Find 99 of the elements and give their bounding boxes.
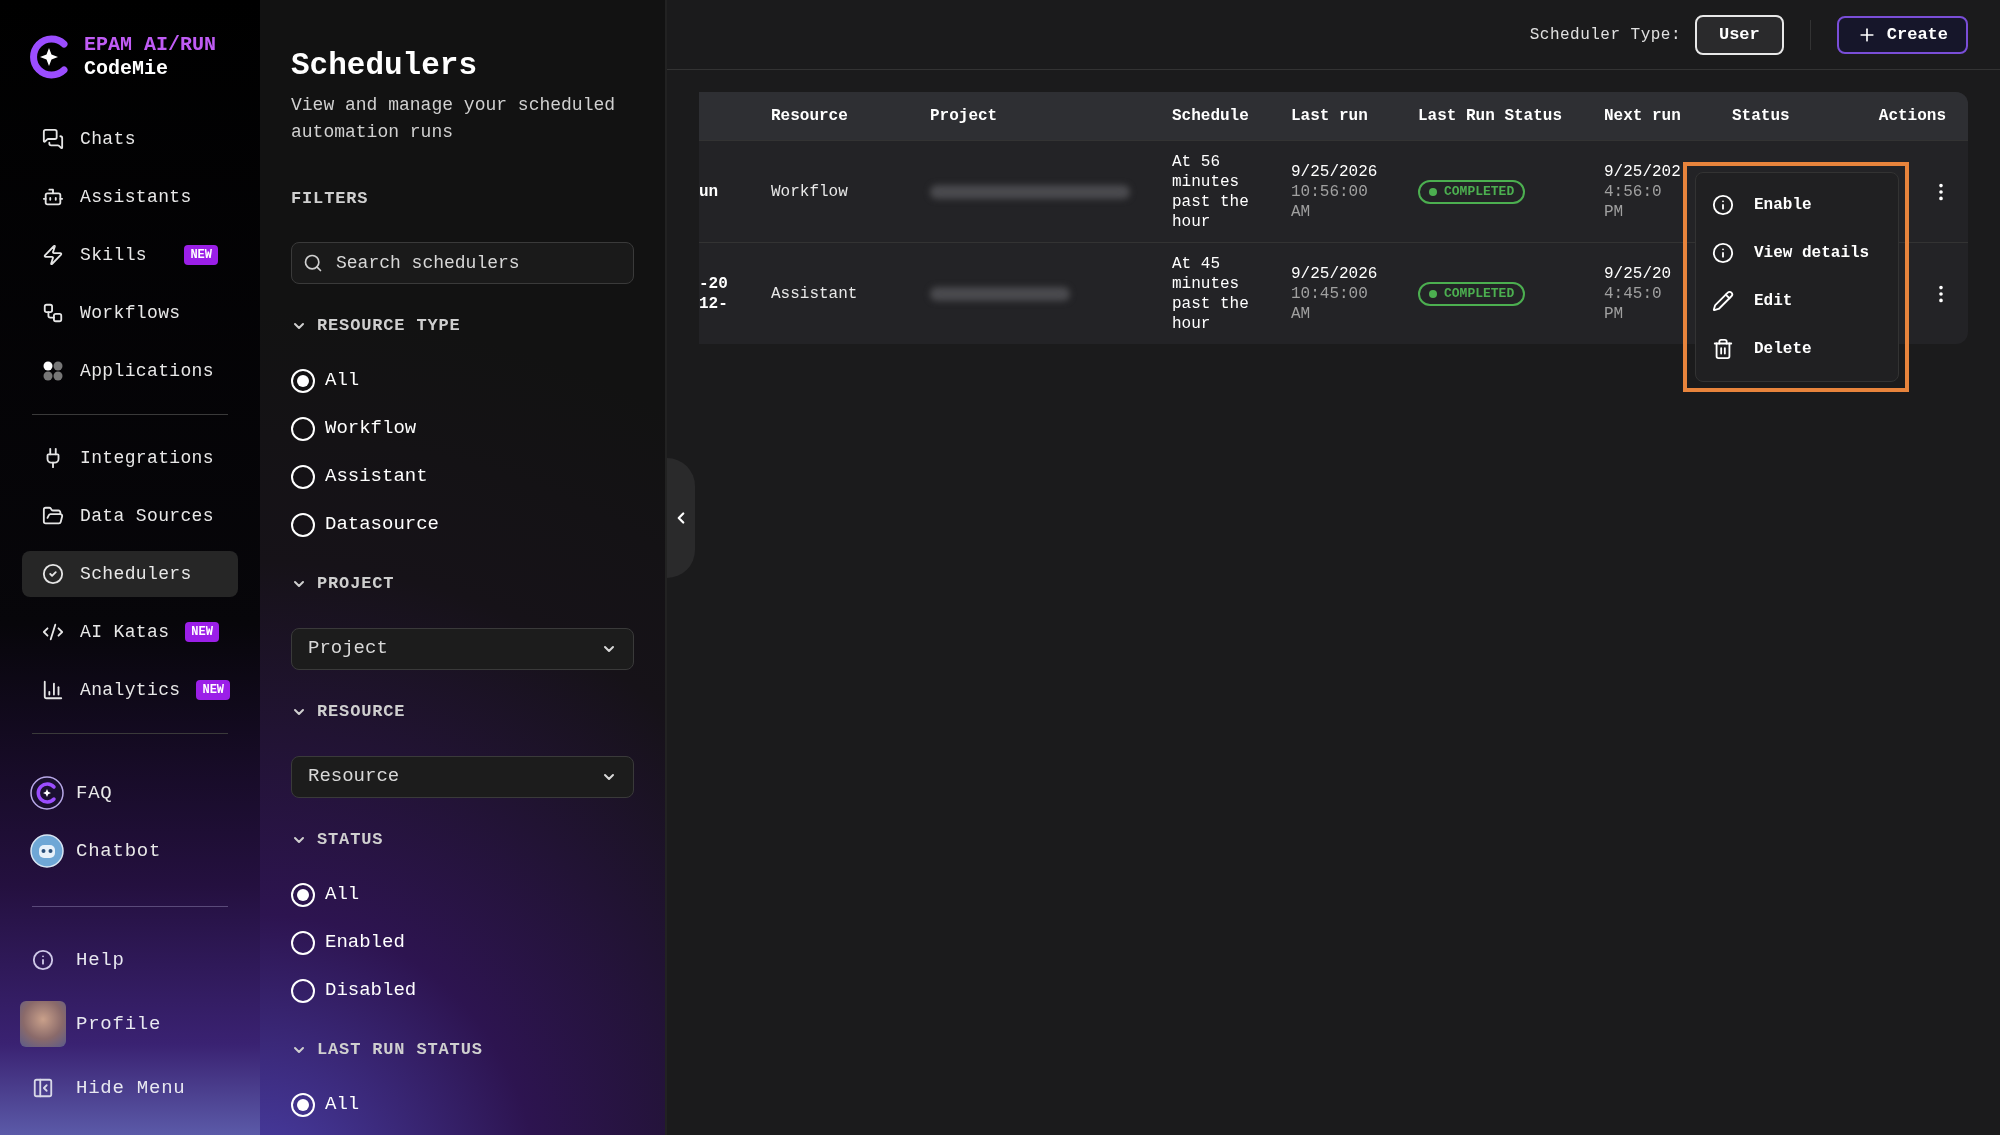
- menu-item[interactable]: Enable: [1712, 184, 1882, 226]
- search-field[interactable]: Search schedulers: [291, 241, 634, 284]
- lightning-icon: [42, 244, 64, 266]
- table-cell: 9/25/202: [1604, 161, 1681, 182]
- section-toggle[interactable]: PROJECT: [291, 571, 634, 596]
- table-cell-text: 9/25/2026: [1291, 161, 1379, 182]
- logo-icon: [30, 776, 64, 810]
- section-toggle[interactable]: RESOURCE: [291, 699, 634, 724]
- scheduler-type-toggle[interactable]: User: [1694, 14, 1784, 55]
- avatar: [20, 1001, 66, 1047]
- table-cell-text: Workflow: [771, 181, 849, 203]
- radio-label: Enabled: [325, 930, 405, 956]
- table-cell-text: At 56 minutes past the hour: [1172, 151, 1250, 232]
- nav-item[interactable]: Data Sources: [22, 493, 238, 539]
- nav-item[interactable]: Analytics NEW: [22, 667, 238, 713]
- footer-item[interactable]: Profile: [22, 999, 238, 1049]
- create-button[interactable]: Create: [1836, 15, 1968, 54]
- status-badge: COMPLETED: [1418, 281, 1526, 306]
- brand-title: EPAM AI/RUN: [84, 33, 217, 57]
- select-field[interactable]: Resource: [291, 755, 634, 798]
- table-cell: 4:56:0: [1604, 181, 1662, 202]
- dots-grid-icon: [42, 360, 64, 382]
- table-cell: PM: [1604, 303, 1624, 324]
- check-circle-icon: [42, 563, 64, 585]
- radio-label: Disabled: [325, 978, 417, 1004]
- select-field[interactable]: Project: [291, 627, 634, 670]
- table-cell-text: 12-: [699, 293, 729, 314]
- nav-link[interactable]: Chatbot: [22, 830, 238, 872]
- new-badge: NEW: [184, 245, 218, 265]
- radio-button[interactable]: [291, 882, 315, 907]
- column-header: Schedule: [1172, 106, 1250, 127]
- info-icon: [1712, 242, 1734, 264]
- radio-label: Datasource: [325, 512, 440, 538]
- workflow-icon: [42, 302, 64, 324]
- new-badge: NEW: [196, 680, 231, 700]
- section-toggle[interactable]: LAST RUN STATUS: [291, 1037, 634, 1062]
- radio-button[interactable]: [291, 416, 315, 441]
- radio-label: All: [325, 1092, 360, 1118]
- footer-item[interactable]: Hide Menu: [22, 1063, 238, 1113]
- table-cell: 9/25/20: [1604, 263, 1672, 284]
- column-header: Project: [930, 106, 999, 127]
- bar-chart-icon: [42, 679, 64, 701]
- table-cell-text: 10:45:00 AM: [1291, 283, 1369, 324]
- page-title: Schedulers: [291, 47, 479, 85]
- radio-label: All: [325, 368, 360, 394]
- radio-button[interactable]: [291, 1092, 315, 1117]
- nav-item[interactable]: Skills NEW: [22, 232, 238, 278]
- nav-item[interactable]: Chats: [22, 116, 238, 162]
- panel-icon: [32, 1077, 54, 1099]
- radio-button[interactable]: [291, 930, 315, 955]
- nav-item[interactable]: Integrations: [22, 435, 238, 481]
- column-header: Status: [1732, 106, 1791, 127]
- menu-item[interactable]: View details: [1712, 232, 1882, 274]
- nav-item[interactable]: Workflows: [22, 290, 238, 336]
- robot-icon: [42, 186, 64, 208]
- column-header: Next run: [1604, 106, 1682, 127]
- radio-button[interactable]: [291, 464, 315, 489]
- table-cell-text: 9/25/2026: [1291, 263, 1379, 284]
- brand-subtitle: CodeMie: [84, 57, 169, 81]
- filters-heading: FILTERS: [291, 188, 370, 210]
- radio-label: Assistant: [325, 464, 428, 490]
- radio-button[interactable]: [291, 512, 315, 537]
- section-toggle[interactable]: RESOURCE TYPE: [291, 313, 634, 338]
- new-badge: NEW: [185, 622, 219, 642]
- column-header: Actions: [1878, 106, 1946, 127]
- nav-item[interactable]: Schedulers: [22, 551, 238, 597]
- robot-avatar-icon: [30, 834, 64, 868]
- menu-item[interactable]: Delete: [1712, 328, 1882, 370]
- status-badge: COMPLETED: [1418, 179, 1526, 204]
- code-icon: [42, 621, 64, 643]
- info-icon: [32, 949, 54, 971]
- info-icon: [1712, 194, 1734, 216]
- trash-icon: [1712, 338, 1734, 360]
- column-header: Resource: [771, 106, 849, 127]
- radio-label: All: [325, 882, 360, 908]
- table-cell-text: un: [699, 181, 720, 202]
- nav-item[interactable]: AI Katas NEW: [22, 609, 238, 655]
- table-cell-text: -20: [699, 273, 729, 294]
- page-subtitle: View and manage your scheduled automation runs: [291, 94, 617, 144]
- radio-label: Workflow: [325, 416, 417, 442]
- table-cell-text: Assistant: [771, 283, 859, 305]
- menu-item[interactable]: Edit: [1712, 280, 1882, 322]
- radio-button[interactable]: [291, 368, 315, 393]
- column-header: Last run: [1291, 106, 1369, 127]
- nav-item[interactable]: Assistants: [22, 174, 238, 220]
- table-cell-text: At 45 minutes past the hour: [1172, 253, 1250, 334]
- table-cell: PM: [1604, 201, 1624, 222]
- table-cell: 4:45:0: [1604, 283, 1662, 304]
- table-cell-text: 10:56:00 AM: [1291, 181, 1369, 222]
- folder-icon: [42, 505, 64, 527]
- pencil-icon: [1712, 290, 1734, 312]
- nav-item[interactable]: Applications: [22, 348, 238, 394]
- chat-bubbles-icon: [42, 128, 64, 150]
- radio-button[interactable]: [291, 978, 315, 1003]
- scheduler-type-label: Scheduler Type:: [1529, 24, 1681, 46]
- nav-link[interactable]: FAQ: [22, 772, 238, 814]
- column-header: Last Run Status: [1418, 106, 1564, 127]
- section-toggle[interactable]: STATUS: [291, 827, 634, 852]
- footer-item[interactable]: Help: [22, 935, 238, 985]
